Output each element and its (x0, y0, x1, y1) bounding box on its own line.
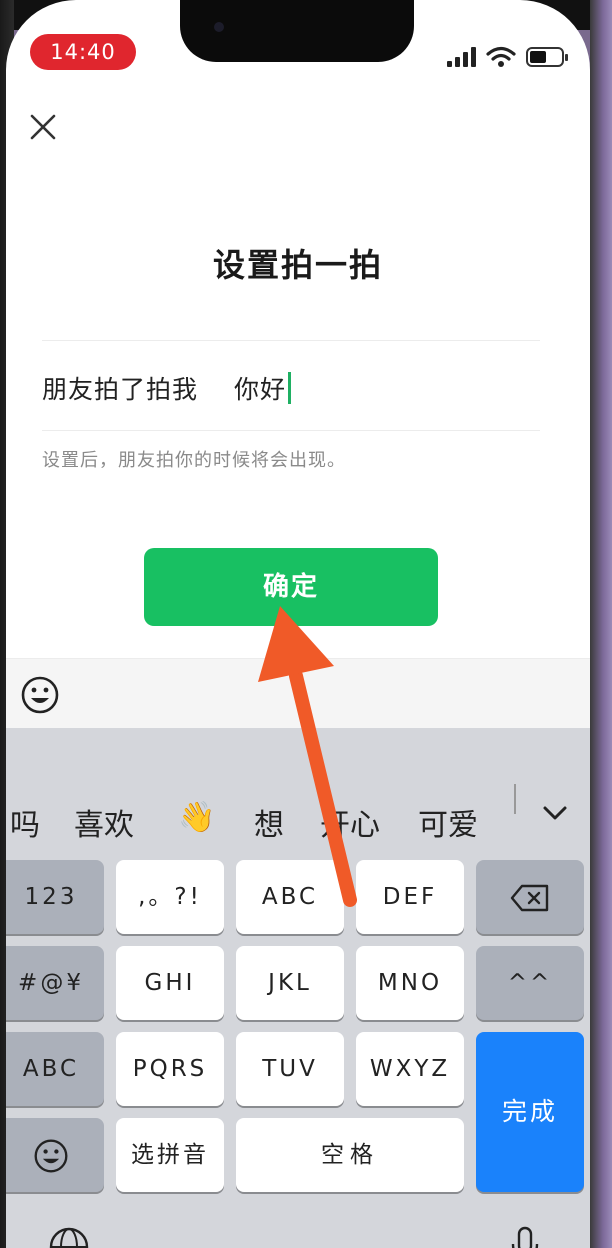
cellular-signal-icon (447, 47, 476, 67)
hint-text: 设置后，朋友拍你的时候将会出现。 (42, 450, 346, 471)
backspace-icon (510, 884, 549, 911)
key-pqrs[interactable]: PQRS (116, 1032, 224, 1106)
text-caret (288, 372, 292, 404)
emoji-key[interactable] (6, 1118, 104, 1192)
key-tuv[interactable]: TUV (236, 1032, 344, 1106)
done-key[interactable]: 完成 (476, 1032, 584, 1192)
key-def[interactable]: DEF (356, 860, 464, 934)
wifi-icon (486, 46, 516, 67)
device-frame-right (590, 0, 612, 1248)
candidate-bar: 吗 喜欢 👋 想 开心 可爱 (6, 776, 590, 862)
phone-screen: 14:40 设置拍一拍 朋友拍了拍我 你好 设置后，朋友拍你的时候将会出现。 确… (6, 0, 590, 1248)
backspace-key[interactable] (476, 860, 584, 934)
candidate-word[interactable]: 吗 (10, 800, 40, 844)
pat-suffix-input[interactable]: 你好 (234, 370, 292, 406)
front-camera (214, 22, 224, 32)
emoji-icon (34, 1139, 68, 1172)
candidate-word[interactable]: 喜欢 (74, 800, 134, 844)
key-symbols[interactable]: #@¥ (6, 946, 104, 1020)
key-ghi[interactable]: GHI (116, 946, 224, 1020)
emoji-icon[interactable] (20, 675, 60, 715)
candidate-emoji[interactable]: 👋 (178, 800, 215, 835)
candidate-word[interactable]: 可爱 (418, 800, 478, 844)
pat-prefix-label: 朋友拍了拍我 (42, 375, 199, 404)
input-divider-top (42, 340, 540, 341)
key-punctuation[interactable]: ,。?! (116, 860, 224, 934)
close-icon[interactable] (26, 110, 60, 144)
candidate-word[interactable]: 想 (254, 800, 284, 844)
candidate-word[interactable]: 开心 (320, 800, 380, 844)
key-abc-switch[interactable]: ABC (6, 1032, 104, 1106)
key-wxyz[interactable]: WXYZ (356, 1032, 464, 1106)
key-pinyin-select[interactable]: 选拼音 (116, 1118, 224, 1192)
status-time: 14:40 (30, 34, 136, 70)
pat-text-row: 朋友拍了拍我 你好 (42, 366, 292, 410)
key-mno[interactable]: MNO (356, 946, 464, 1020)
key-123[interactable]: 123 (6, 860, 104, 934)
emoji-toolbar (6, 658, 590, 728)
space-key[interactable]: 空格 (236, 1118, 464, 1192)
pat-suffix-value: 你好 (234, 375, 287, 404)
keyboard: 吗 喜欢 👋 想 开心 可爱 123 ,。?! ABC DEF #@¥ GHI … (6, 728, 590, 1248)
status-indicators (447, 44, 568, 70)
key-abc[interactable]: ABC (236, 860, 344, 934)
globe-icon[interactable] (46, 1224, 92, 1248)
notch (180, 0, 414, 62)
battery-icon (526, 47, 568, 67)
confirm-button[interactable]: 确定 (144, 548, 438, 626)
chevron-down-icon[interactable] (538, 796, 572, 830)
key-emoticon[interactable]: ^^ (476, 946, 584, 1020)
microphone-icon[interactable] (502, 1224, 548, 1248)
candidate-separator (514, 784, 516, 814)
key-jkl[interactable]: JKL (236, 946, 344, 1020)
page-title: 设置拍一拍 (212, 246, 383, 284)
input-divider-bottom (42, 430, 540, 431)
